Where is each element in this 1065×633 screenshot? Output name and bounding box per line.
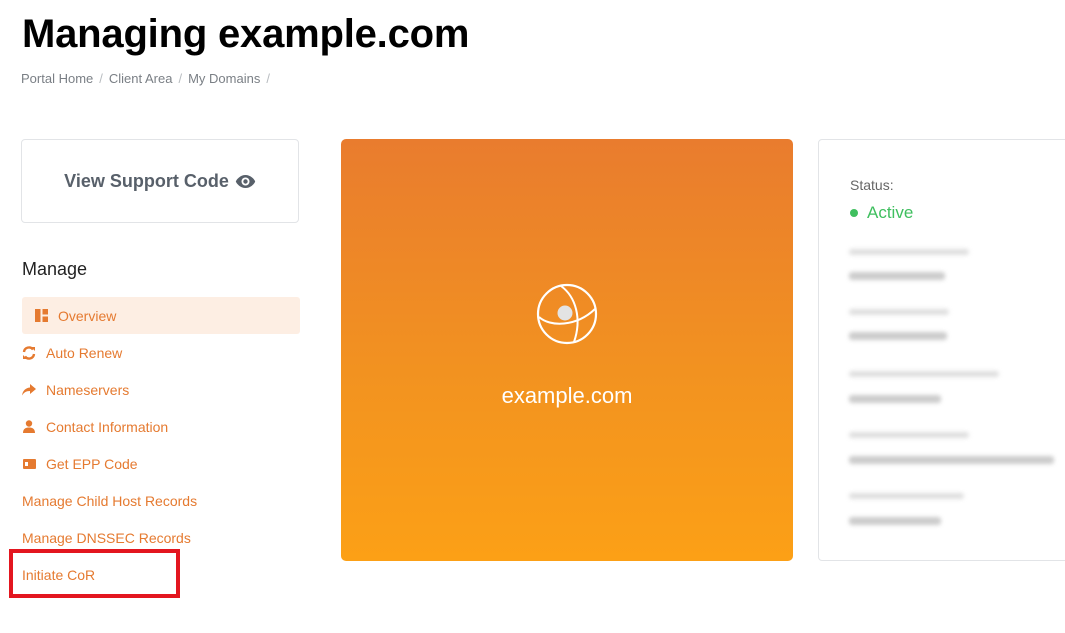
domain-name: example.com [501, 383, 633, 408]
redacted-line [849, 272, 945, 280]
menu-item-nameservers[interactable]: Nameservers [22, 371, 300, 408]
menu-item-manage-child-host-records[interactable]: Manage Child Host Records [22, 482, 300, 519]
refresh-icon [22, 345, 36, 360]
manage-heading: Manage [22, 259, 88, 279]
breadcrumb-separator: / [266, 71, 270, 86]
status-label: Status: [850, 177, 894, 193]
breadcrumb: Portal Home / Client Area / My Domains / [21, 71, 276, 86]
breadcrumb-portal-home[interactable]: Portal Home [21, 71, 93, 86]
redacted-line [849, 309, 949, 315]
menu-item-label: Manage Child Host Records [22, 492, 198, 509]
dashboard-icon [34, 309, 48, 323]
menu-item-label: Contact Information [46, 418, 169, 435]
redacted-line [849, 249, 969, 255]
status-dot-icon [850, 209, 858, 217]
redacted-line [849, 371, 999, 377]
menu-item-manage-dnssec-records[interactable]: Manage DNSSEC Records [22, 519, 300, 556]
menu-item-label: Manage DNSSEC Records [22, 529, 191, 546]
share-arrow-icon [22, 383, 36, 397]
user-icon [22, 420, 36, 434]
breadcrumb-separator: / [99, 71, 103, 86]
breadcrumb-separator: / [178, 71, 183, 86]
menu-item-auto-renew[interactable]: Auto Renew [22, 334, 300, 371]
page-title: Managing example.com [22, 12, 470, 56]
status-value-text: Active [867, 203, 914, 222]
id-card-icon [22, 457, 36, 471]
redacted-line [849, 517, 941, 525]
status-value: Active [850, 203, 913, 223]
redacted-line [849, 456, 1054, 464]
domain-status-card: Status: Active [818, 139, 1065, 561]
breadcrumb-my-domains[interactable]: My Domains [188, 71, 260, 86]
breadcrumb-client-area[interactable]: Client Area [109, 71, 173, 86]
globe-icon [536, 283, 598, 345]
redacted-line [849, 395, 941, 403]
menu-item-contact-information[interactable]: Contact Information [22, 408, 300, 445]
redacted-line [849, 432, 969, 438]
menu-item-get-epp-code[interactable]: Get EPP Code [22, 445, 300, 482]
menu-item-label: Initiate CoR [22, 566, 96, 583]
menu-item-label: Get EPP Code [46, 455, 138, 472]
menu-item-label: Auto Renew [46, 344, 123, 361]
redacted-line [849, 332, 947, 340]
menu-item-label: Nameservers [46, 381, 130, 398]
eye-icon [235, 174, 256, 188]
menu-item-label: Overview [58, 307, 117, 324]
view-support-code-label: View Support Code [64, 170, 229, 191]
view-support-code-button[interactable]: View Support Code [21, 139, 299, 223]
redacted-line [849, 493, 964, 499]
manage-menu: Overview Auto Renew Nameservers Contact … [22, 297, 300, 593]
domain-hero-card: example.com [341, 139, 793, 561]
menu-item-overview[interactable]: Overview [22, 297, 300, 334]
menu-item-initiate-cor[interactable]: Initiate CoR [22, 556, 300, 593]
